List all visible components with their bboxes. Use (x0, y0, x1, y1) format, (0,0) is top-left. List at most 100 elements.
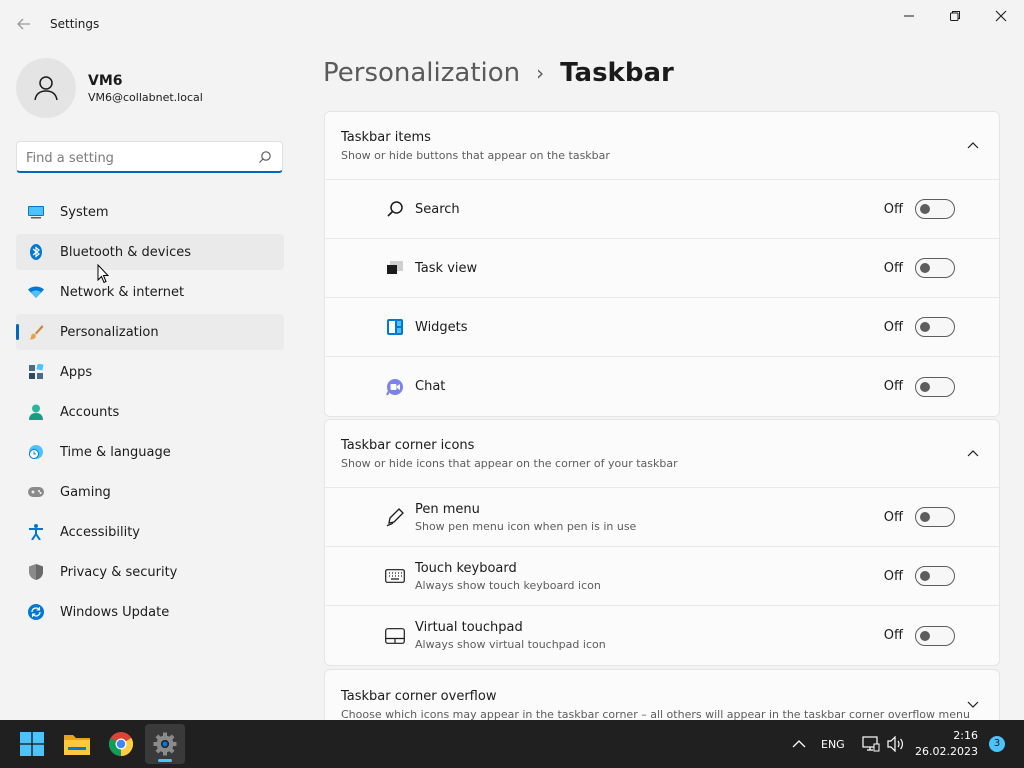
sidebar-item-label: Accessibility (60, 524, 140, 540)
pen-icon (385, 507, 405, 527)
corner-icons-header[interactable]: Taskbar corner icons Show or hide icons … (325, 420, 999, 488)
apps-icon (28, 364, 44, 380)
minimize-button[interactable] (886, 0, 932, 32)
gear-icon (153, 732, 177, 756)
volume-tray-button[interactable] (887, 720, 905, 768)
sidebar-item-privacy[interactable]: Privacy & security (16, 554, 284, 590)
corner-overflow-card[interactable]: Taskbar corner overflow Choose which ico… (324, 669, 1000, 720)
touchpad-icon (385, 626, 405, 646)
setting-label: Widgets (415, 319, 468, 335)
sidebar-item-network[interactable]: Network & internet (16, 274, 284, 310)
sidebar-item-label: Privacy & security (60, 564, 178, 580)
touch-keyboard-toggle[interactable] (915, 566, 955, 586)
notification-badge[interactable]: 3 (989, 736, 1005, 752)
network-tray-button[interactable] (862, 720, 880, 768)
task-view-icon (385, 258, 405, 278)
network-icon (862, 736, 880, 752)
setting-row-search: Search Off (325, 180, 999, 239)
breadcrumb-separator: › (536, 61, 545, 85)
sidebar-item-windows-update[interactable]: Windows Update (16, 594, 284, 630)
breadcrumb-parent[interactable]: Personalization (323, 58, 520, 88)
accessibility-icon (28, 524, 44, 540)
search-icon[interactable] (258, 150, 272, 164)
brush-icon (28, 324, 44, 340)
back-button[interactable] (12, 12, 36, 36)
update-icon (28, 604, 44, 620)
section-title: Taskbar corner overflow (341, 689, 497, 704)
clock-date: 26.02.2023 (915, 745, 978, 758)
search-icon (385, 199, 405, 219)
app-title: Settings (50, 17, 100, 31)
widgets-icon (385, 317, 405, 337)
setting-label: Virtual touchpad (415, 620, 523, 635)
setting-description: Always show virtual touchpad icon (415, 638, 606, 651)
sidebar-item-time-language[interactable]: Time & language (16, 434, 284, 470)
chat-toggle[interactable] (915, 376, 955, 397)
wifi-icon (28, 284, 44, 300)
toggle-state: Off (883, 319, 903, 335)
pen-menu-toggle[interactable] (915, 507, 955, 527)
task-view-toggle[interactable] (915, 258, 955, 278)
setting-row-chat: Chat Off (325, 357, 999, 416)
sidebar-item-accounts[interactable]: Accounts (16, 394, 284, 430)
sidebar-item-apps[interactable]: Apps (16, 354, 284, 390)
sidebar-item-personalization[interactable]: Personalization (16, 314, 284, 350)
language-indicator[interactable]: ENG (821, 720, 845, 768)
restore-icon (950, 11, 960, 21)
bluetooth-icon (28, 244, 44, 260)
sidebar-item-label: Network & internet (60, 284, 185, 300)
chevron-up-icon[interactable] (967, 140, 979, 152)
chevron-down-icon[interactable] (967, 698, 979, 710)
setting-label: Task view (415, 260, 478, 276)
close-button[interactable] (978, 0, 1024, 32)
start-button[interactable] (12, 724, 52, 764)
setting-row-widgets: Widgets Off (325, 298, 999, 357)
search-box[interactable] (16, 141, 283, 173)
setting-description: Show pen menu icon when pen is in use (415, 519, 637, 533)
user-profile[interactable]: VM6 VM6@collabnet.local (16, 58, 203, 118)
setting-label: Touch keyboard (415, 560, 517, 576)
setting-row-pen-menu: Pen menu Show pen menu icon when pen is … (325, 488, 999, 547)
setting-row-virtual-touchpad: Virtual touchpad Always show virtual tou… (325, 606, 999, 665)
settings-app-button[interactable] (145, 724, 185, 764)
sidebar-item-bluetooth[interactable]: Bluetooth & devices (16, 234, 284, 270)
setting-label: Pen menu (415, 501, 480, 517)
taskbar: ENG 2:16 26.02.2023 3 (0, 720, 1024, 768)
chevron-up-icon[interactable] (967, 448, 979, 460)
file-explorer-button[interactable] (57, 724, 97, 764)
virtual-touchpad-toggle[interactable] (915, 625, 955, 646)
sidebar-item-label: Accounts (60, 404, 120, 420)
restore-button[interactable] (932, 0, 978, 32)
chrome-button[interactable] (101, 724, 141, 764)
toggle-state: Off (883, 509, 903, 525)
setting-row-touch-keyboard: Touch keyboard Always show touch keyboar… (325, 547, 999, 606)
avatar (16, 58, 76, 118)
sidebar-item-system[interactable]: System (16, 194, 284, 230)
section-title: Taskbar corner icons (341, 438, 475, 453)
arrow-left-icon (17, 18, 30, 30)
windows-logo-icon (20, 732, 44, 756)
clock[interactable]: 2:16 26.02.2023 (915, 728, 978, 760)
chrome-icon (109, 732, 133, 756)
gamepad-icon (28, 484, 44, 500)
taskbar-items-header[interactable]: Taskbar items Show or hide buttons that … (325, 112, 999, 180)
sidebar-item-gaming[interactable]: Gaming (16, 474, 284, 510)
user-email: VM6@collabnet.local (88, 90, 203, 104)
sidebar-nav: System Bluetooth & devices Network & int… (16, 194, 284, 634)
sidebar-item-label: Time & language (60, 444, 171, 460)
chat-icon (385, 377, 405, 397)
clock-globe-icon (28, 444, 44, 460)
title-bar: Settings (0, 0, 1024, 48)
toggle-state: Off (883, 260, 903, 276)
sidebar-item-accessibility[interactable]: Accessibility (16, 514, 284, 550)
section-title: Taskbar items (341, 130, 431, 145)
section-description: Choose which icons may appear in the tas… (341, 708, 970, 720)
toggle-state: Off (883, 568, 903, 584)
search-toggle[interactable] (915, 199, 955, 219)
widgets-toggle[interactable] (915, 317, 955, 337)
search-input[interactable] (26, 148, 246, 168)
setting-label: Chat (415, 379, 446, 394)
sidebar-item-label: System (60, 204, 109, 220)
show-hidden-icons-button[interactable] (792, 720, 806, 768)
corner-overflow-header[interactable]: Taskbar corner overflow Choose which ico… (325, 670, 999, 720)
